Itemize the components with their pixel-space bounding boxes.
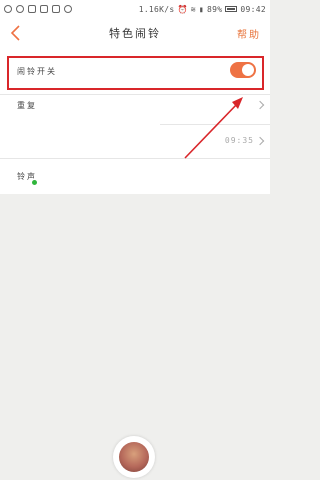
avatar-image	[119, 442, 149, 472]
annotation-arrow	[184, 97, 243, 159]
avatar-button[interactable]	[113, 436, 155, 478]
